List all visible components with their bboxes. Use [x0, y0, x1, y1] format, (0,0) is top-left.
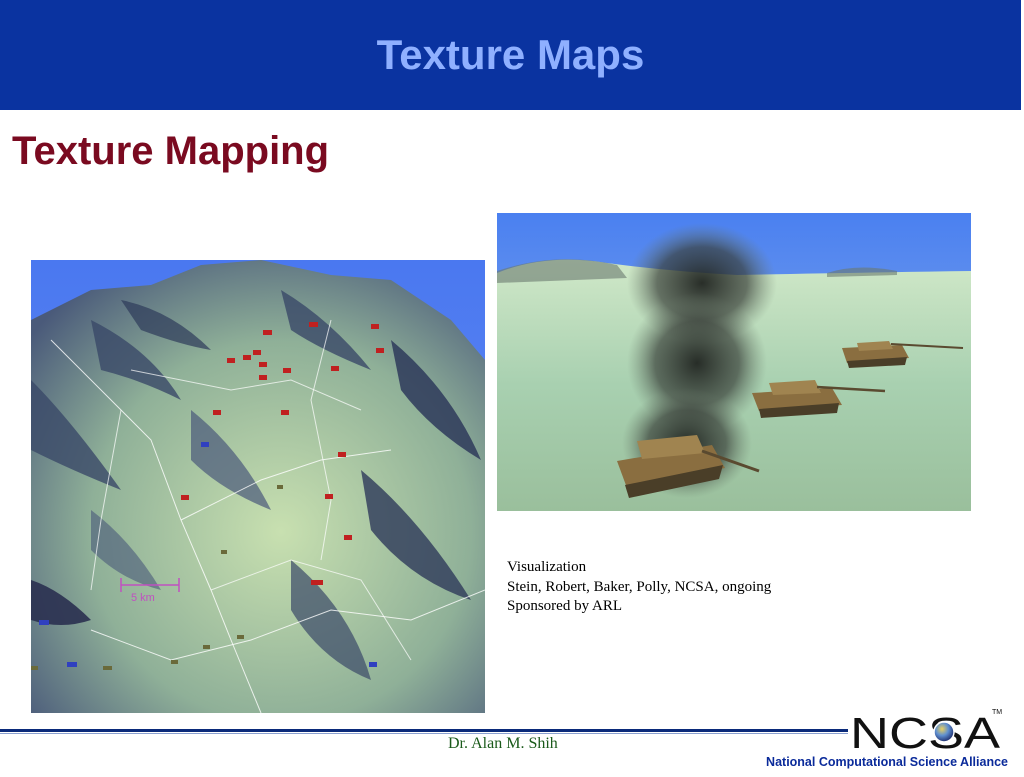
- footer-divider-thin: [0, 733, 848, 734]
- footer-divider: [0, 729, 848, 732]
- presenter-name: Dr. Alan M. Shih: [448, 735, 558, 752]
- caption-line-authors: Stein, Robert, Baker, Polly, NCSA, ongoi…: [507, 578, 772, 595]
- slide-subtitle: Texture Mapping: [12, 129, 330, 173]
- trademark-mark: TM: [992, 709, 1002, 716]
- tanks-image: [497, 213, 971, 511]
- caption-line-visualization: Visualization: [507, 559, 587, 575]
- ncsa-logo: NCSA TM: [848, 706, 1008, 758]
- globe-icon: [933, 721, 955, 743]
- ncsa-logo-text: NCSA: [850, 709, 1001, 754]
- organization-name: National Computational Science Alliance: [766, 755, 1008, 769]
- caption-line-sponsor: Sponsored by ARL: [507, 598, 623, 614]
- slide-title: Texture Maps: [376, 31, 645, 78]
- image-caption: Visualization Stein, Robert, Baker, Poll…: [507, 558, 771, 617]
- terrain-image: 5 km: [31, 260, 485, 713]
- header-bar: Texture Maps: [0, 0, 1021, 110]
- terrain-scale-label: 5 km: [131, 592, 155, 604]
